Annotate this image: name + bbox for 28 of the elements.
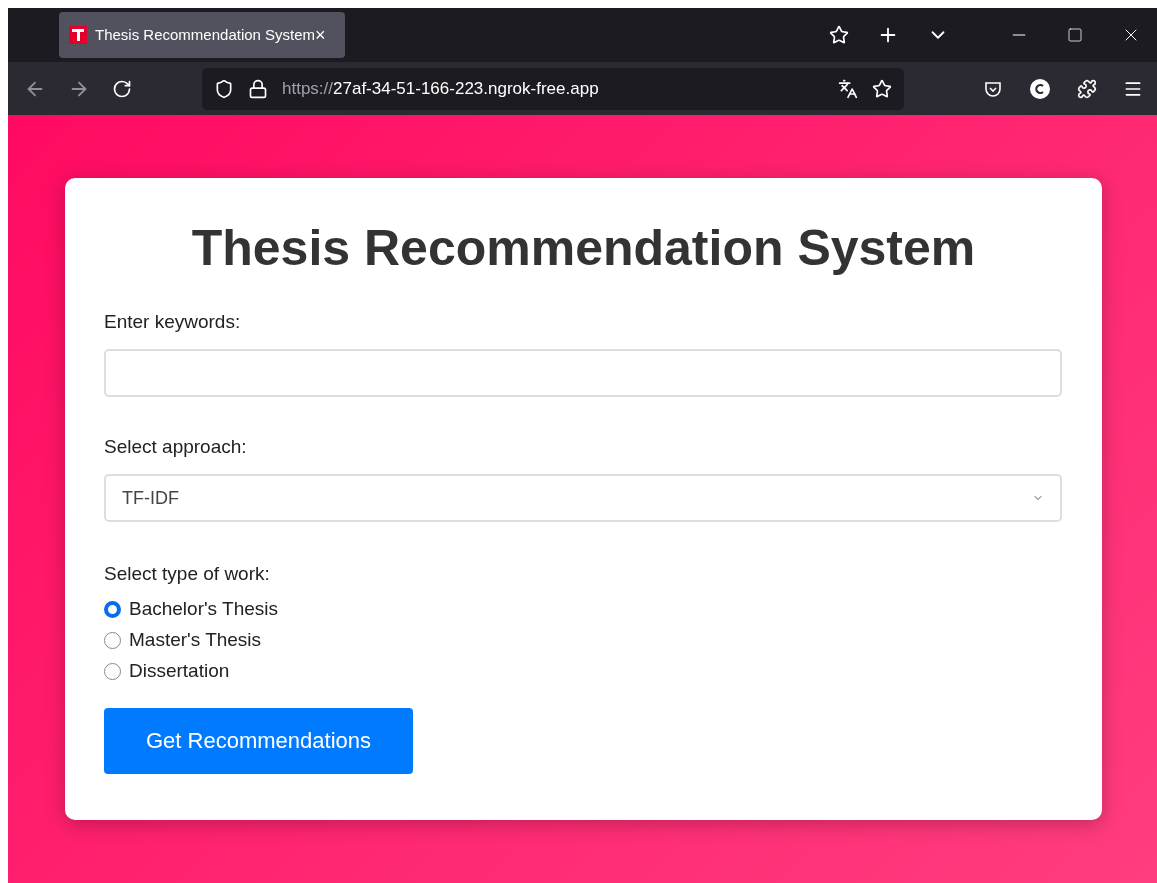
work-type-label: Select type of work: — [104, 562, 271, 586]
maximize-icon[interactable] — [1067, 27, 1083, 43]
submit-button[interactable]: Get Recommendations — [104, 707, 413, 774]
radio-label: Dissertation — [129, 659, 230, 684]
browser-tab[interactable]: Thesis Recommendation System× — [59, 12, 345, 58]
radio-label: Master's Thesis — [129, 628, 262, 653]
keywords-label: Enter keywords: — [104, 310, 242, 334]
extensions-icon[interactable] — [1077, 78, 1097, 99]
radio-button[interactable] — [104, 601, 121, 618]
radio-label: Bachelor's Thesis — [129, 597, 278, 622]
url-text: https://27af-34-51-166-223.ngrok-free.app — [282, 77, 599, 100]
approach-label: Select approach: — [104, 434, 248, 459]
bookmark-star-icon[interactable] — [872, 78, 892, 99]
lock-icon — [248, 78, 268, 99]
keywords-field[interactable] — [104, 348, 1062, 397]
bookmark-tray-icon[interactable] — [829, 25, 849, 45]
extension-circle-icon[interactable] — [1029, 77, 1051, 100]
approach-select[interactable]: TF-IDF — [104, 474, 1062, 522]
reload-icon[interactable] — [112, 78, 132, 99]
tab-title: Thesis Recommendation System — [95, 24, 316, 45]
page-title: Thesis Recommendation System — [190, 219, 977, 278]
radio-button[interactable] — [104, 632, 121, 649]
radio-button[interactable] — [104, 663, 121, 680]
translate-icon[interactable] — [838, 78, 858, 99]
shield-icon — [214, 78, 234, 99]
tab-close-button[interactable]: × — [315, 21, 326, 49]
site-logo-icon — [69, 26, 87, 44]
address-bar[interactable]: https://27af-34-51-166-223.ngrok-free.app — [202, 67, 904, 110]
